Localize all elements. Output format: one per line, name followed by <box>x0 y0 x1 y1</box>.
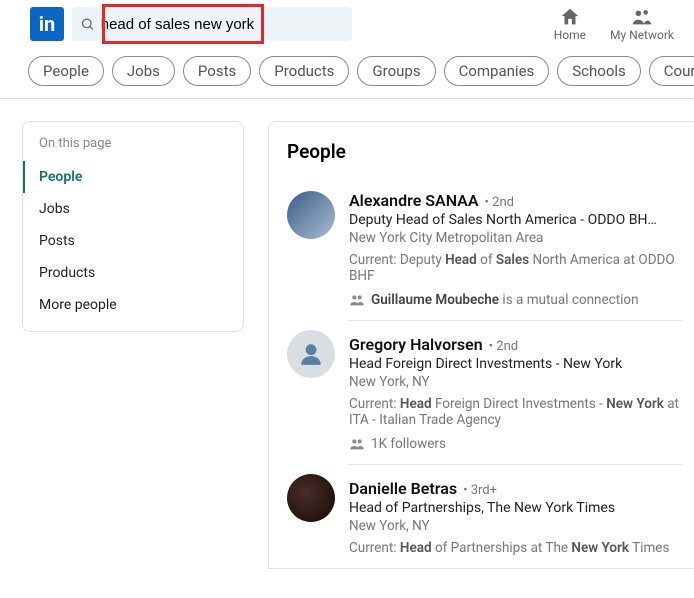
sidebar-item-more[interactable]: More people <box>23 289 243 321</box>
person-headline: Head Foreign Direct Investments - New Yo… <box>349 356 682 372</box>
person-result[interactable]: Gregory Halvorsen • 2nd Head Foreign Dir… <box>287 320 682 464</box>
person-location: New York, NY <box>349 374 682 390</box>
people-icon <box>349 292 365 308</box>
filter-companies[interactable]: Companies <box>444 56 550 86</box>
person-result[interactable]: Danielle Betras • 3rd+ Head of Partnersh… <box>287 464 682 568</box>
filter-groups[interactable]: Groups <box>357 56 435 86</box>
person-meta: Guillaume Moubeche is a mutual connectio… <box>349 292 682 308</box>
avatar[interactable] <box>287 330 335 378</box>
person-result[interactable]: Alexandre SANAA • 2nd Deputy Head of Sal… <box>287 181 682 320</box>
search-wrap[interactable] <box>72 7 352 41</box>
search-input[interactable] <box>101 16 344 33</box>
nav-home-label: Home <box>554 28 586 42</box>
person-location: New York City Metropolitan Area <box>349 230 682 246</box>
headline-underlined: Deputy Head of Sales <box>349 212 483 228</box>
filter-posts[interactable]: Posts <box>183 56 251 86</box>
sidebar-title: On this page <box>23 136 243 161</box>
filter-bar: People Jobs Posts Products Groups Compan… <box>0 46 694 99</box>
results-card: People Alexandre SANAA • 2nd Deputy Head… <box>268 121 694 569</box>
sidebar-item-products[interactable]: Products <box>23 257 243 289</box>
linkedin-logo[interactable]: in <box>30 7 64 41</box>
person-icon <box>298 341 324 367</box>
person-name[interactable]: Danielle Betras <box>349 479 457 498</box>
search-icon <box>80 16 95 32</box>
person-degree: • 2nd <box>485 195 514 210</box>
person-current: Current: Deputy Head of Sales North Amer… <box>349 252 682 284</box>
main: On this page People Jobs Posts Products … <box>0 99 694 569</box>
sidebar-item-people[interactable]: People <box>23 161 243 193</box>
person-body: Gregory Halvorsen • 2nd Head Foreign Dir… <box>349 320 682 452</box>
person-name[interactable]: Gregory Halvorsen <box>349 335 483 354</box>
person-name[interactable]: Alexandre SANAA <box>349 191 479 210</box>
person-degree: • 3rd+ <box>463 483 497 498</box>
person-degree: • 2nd <box>489 339 518 354</box>
top-nav: Home My Network <box>554 6 674 42</box>
sidebar-item-posts[interactable]: Posts <box>23 225 243 257</box>
nav-network-label: My Network <box>610 28 674 42</box>
person-location: New York, NY <box>349 518 682 534</box>
sidebar-card: On this page People Jobs Posts Products … <box>22 121 244 332</box>
avatar[interactable] <box>287 191 335 239</box>
person-current: Current: Head Foreign Direct Investments… <box>349 396 682 428</box>
home-icon <box>559 6 581 28</box>
filter-people[interactable]: People <box>28 56 104 86</box>
results-heading: People <box>287 140 682 163</box>
filter-more[interactable]: Cour <box>649 56 694 86</box>
person-headline: Head of Partnerships, The New York Times <box>349 500 682 516</box>
person-body: Alexandre SANAA • 2nd Deputy Head of Sal… <box>349 191 682 308</box>
avatar[interactable] <box>287 474 335 522</box>
person-body: Danielle Betras • 3rd+ Head of Partnersh… <box>349 464 682 556</box>
person-headline: Deputy Head of Sales North America - ODD… <box>349 212 682 228</box>
people-icon <box>349 436 365 452</box>
filter-schools[interactable]: Schools <box>557 56 641 86</box>
filter-jobs[interactable]: Jobs <box>112 56 175 86</box>
mutual-name[interactable]: Guillaume Moubeche <box>371 292 499 308</box>
sidebar-item-jobs[interactable]: Jobs <box>23 193 243 225</box>
people-icon <box>631 6 653 28</box>
headline-rest: North America - ODDO BH… <box>483 212 657 228</box>
nav-network[interactable]: My Network <box>610 6 674 42</box>
nav-home[interactable]: Home <box>554 6 586 42</box>
person-current: Current: Head of Partnerships at The New… <box>349 540 682 556</box>
top-bar: in Home My Network <box>0 0 694 46</box>
filter-products[interactable]: Products <box>259 56 349 86</box>
person-meta: 1K followers <box>349 436 682 452</box>
